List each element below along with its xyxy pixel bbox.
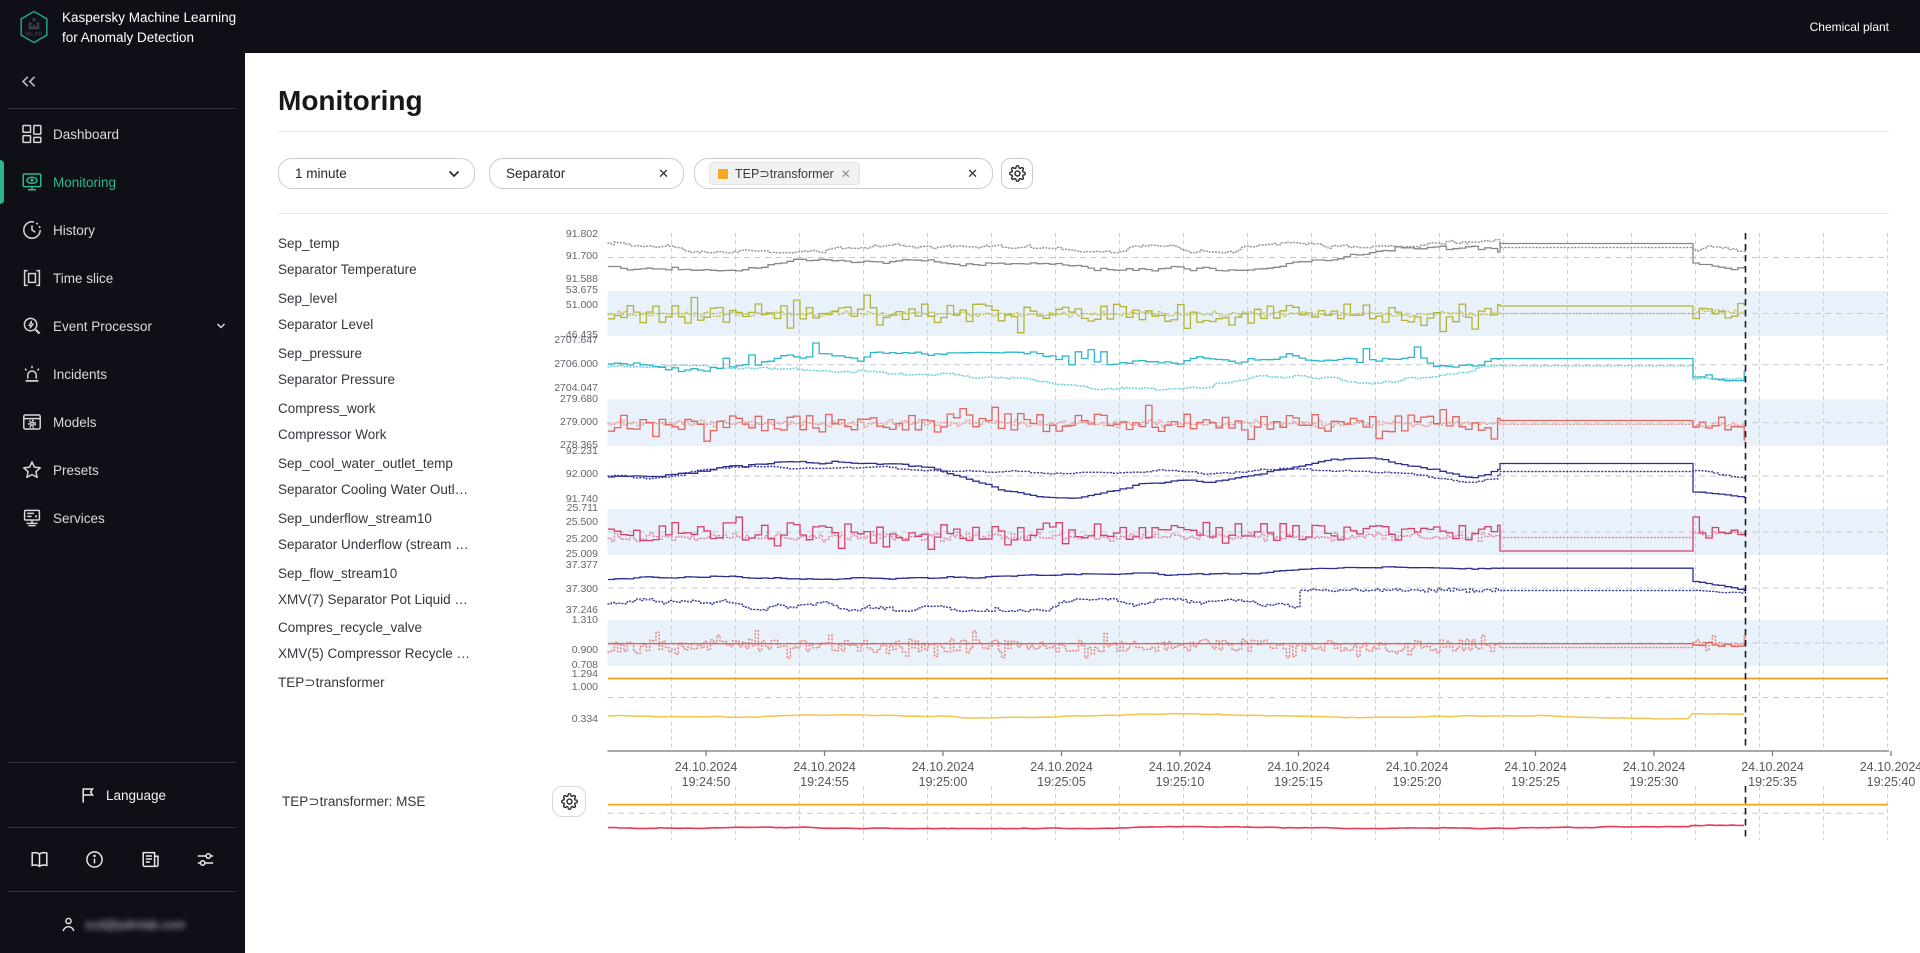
svg-text:MLAD: MLAD [25, 31, 42, 37]
